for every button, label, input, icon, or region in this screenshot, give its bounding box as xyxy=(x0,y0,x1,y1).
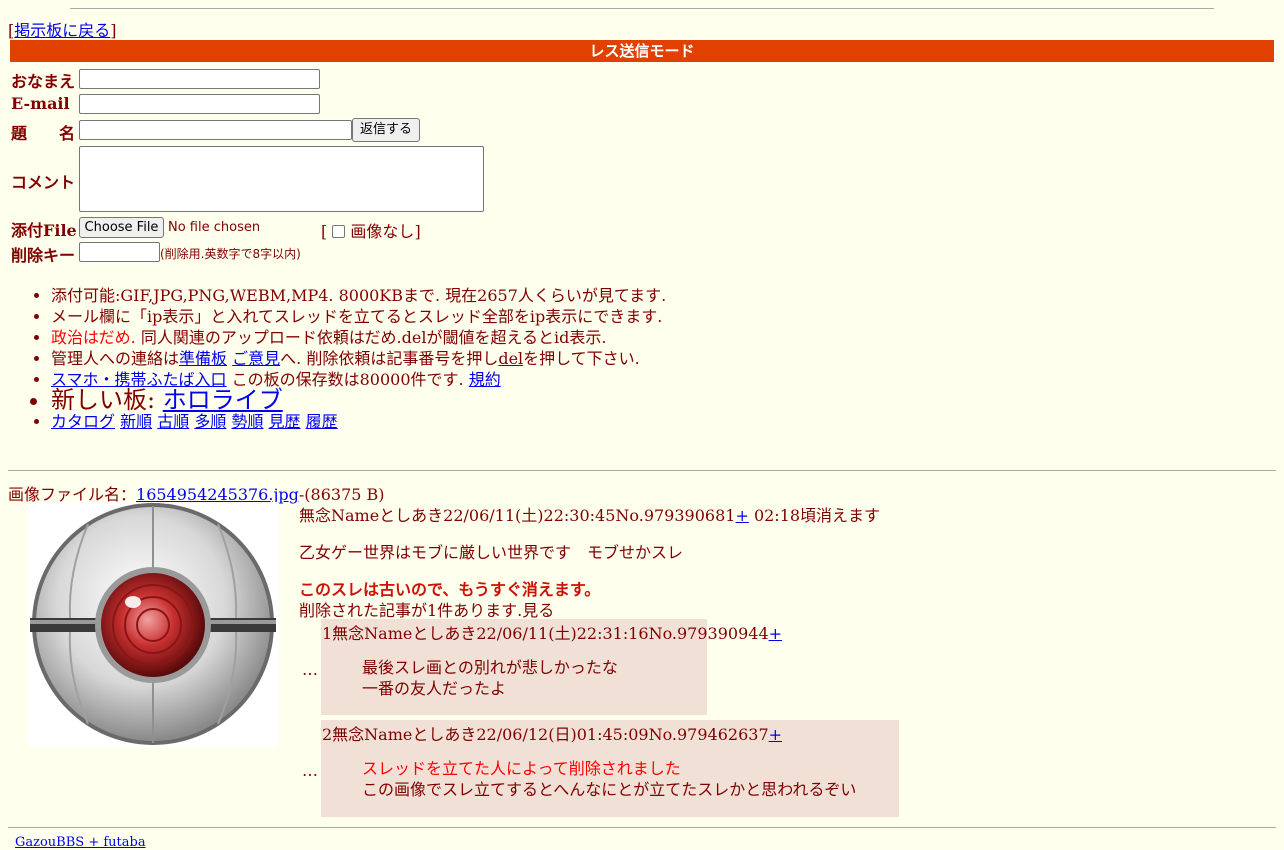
sort-newest-link[interactable]: 新順 xyxy=(120,412,152,431)
sort-momentum-link[interactable]: 勢順 xyxy=(231,412,263,431)
delete-key-note: (削除用.英数字で8字以内) xyxy=(160,247,301,261)
op-plus-link[interactable]: + xyxy=(735,506,748,525)
catalog-link[interactable]: カタログ xyxy=(51,412,115,431)
board-rules: 添付可能:GIF,JPG,PNG,WEBM,MP4. 8000KBまで. 現在2… xyxy=(51,285,666,432)
rule-ip-display: メール欄に「ip表示」と入れてスレッドを立てるとスレッド全部をip表示にできます… xyxy=(51,306,666,327)
email-input[interactable] xyxy=(79,94,320,114)
file-status: No file chosen xyxy=(168,220,261,235)
feedback-link[interactable]: ご意見 xyxy=(232,349,280,368)
top-divider xyxy=(70,8,1214,9)
submit-reply-button[interactable]: 返信する xyxy=(352,118,420,142)
rule-contact: 管理人への連絡は準備板 ご意見へ. 削除依頼は記事番号を押しdelを押して下さい… xyxy=(51,348,666,369)
comment-textarea[interactable] xyxy=(79,146,484,212)
viewed-history-link[interactable]: 見歴 xyxy=(269,412,301,431)
op-header: 無念Nameとしあき22/06/11(土)22:30:45No.97939068… xyxy=(299,506,881,525)
op-body: 乙女ゲー世界はモブに厳しい世界です モブせかスレ xyxy=(299,543,684,562)
choose-file-button[interactable]: Choose File xyxy=(79,217,164,238)
expire-time: 02:18頃消えます xyxy=(748,506,881,525)
subject-input[interactable] xyxy=(79,120,352,140)
reply-deleted-notice: スレッドを立てた人によって削除されました xyxy=(362,759,681,778)
reply-header: 2無念Nameとしあき22/06/12(日)01:45:09No.9794626… xyxy=(322,725,783,744)
footer-credit: GazouBBS + futaba xyxy=(15,835,146,850)
thread-divider xyxy=(8,470,1276,471)
back-to-board: [掲示板に戻る] xyxy=(8,21,117,40)
subject-label: 題 名 xyxy=(11,124,76,143)
footer-divider xyxy=(8,827,1276,828)
reply-1-indent: … xyxy=(302,660,318,679)
delete-key-label: 削除キー xyxy=(11,246,76,265)
name-input[interactable] xyxy=(79,69,320,89)
reply-mode-banner: レス送信モード xyxy=(10,40,1274,62)
no-image-checkbox[interactable] xyxy=(332,225,346,238)
file-label: 添付File xyxy=(11,221,77,240)
rule-upload-limits: 添付可能:GIF,JPG,PNG,WEBM,MP4. 8000KBまで. 現在2… xyxy=(51,285,666,306)
del-word: del xyxy=(498,349,524,368)
rule-politics-warning: 政治はだめ. xyxy=(51,328,136,347)
prep-board-link[interactable]: 準備板 xyxy=(179,349,227,368)
delete-key-input[interactable] xyxy=(79,242,160,262)
sort-most-link[interactable]: 多順 xyxy=(194,412,226,431)
sort-links: カタログ 新順 古順 多順 勢順 見歴 履歴 xyxy=(51,411,666,432)
name-label: おなまえ xyxy=(11,72,76,91)
reply-header: 1無念Nameとしあき22/06/11(土)22:31:16No.9793909… xyxy=(322,624,783,643)
reply-plus-link[interactable]: + xyxy=(769,725,782,744)
reply-line: 最後スレ画との別れが悲しかったな xyxy=(362,658,618,677)
no-image-label: 画像なし xyxy=(350,222,415,241)
email-label: E-mail xyxy=(11,94,70,113)
reply-2-indent: … xyxy=(302,761,318,780)
reply-post: 1無念Nameとしあき22/06/11(土)22:31:16No.9793909… xyxy=(321,619,782,715)
reply-post: 2無念Nameとしあき22/06/12(日)01:45:09No.9794626… xyxy=(321,720,899,817)
sort-oldest-link[interactable]: 古順 xyxy=(157,412,189,431)
terms-link[interactable]: 規約 xyxy=(469,370,501,389)
new-board-notice: 新しい板: ホロライブ xyxy=(51,388,666,412)
no-image-option: [ 画像なし] xyxy=(321,222,421,241)
reply-line: 一番の友人だったよ xyxy=(362,679,507,698)
footer-link[interactable]: GazouBBS + futaba xyxy=(15,835,146,850)
reply-plus-link[interactable]: + xyxy=(769,624,782,643)
reply-line: この画像でスレ立てするとへんなにとが立てたスレかと思われるぞい xyxy=(362,780,857,799)
deleted-posts-notice[interactable]: 削除された記事が1件あります.見る xyxy=(299,597,554,621)
robot-sphere-image xyxy=(30,503,276,745)
comment-label: コメント xyxy=(11,173,76,192)
rule-politics: 政治はだめ. 同人関連のアップロード依頼はだめ.delが閾値を超えるとid表示. xyxy=(51,327,666,348)
back-to-board-link[interactable]: 掲示板に戻る xyxy=(14,21,110,40)
hololive-board-link[interactable]: ホロライブ xyxy=(163,386,283,414)
post-history-link[interactable]: 履歴 xyxy=(306,412,338,431)
thread-image[interactable] xyxy=(28,502,278,747)
